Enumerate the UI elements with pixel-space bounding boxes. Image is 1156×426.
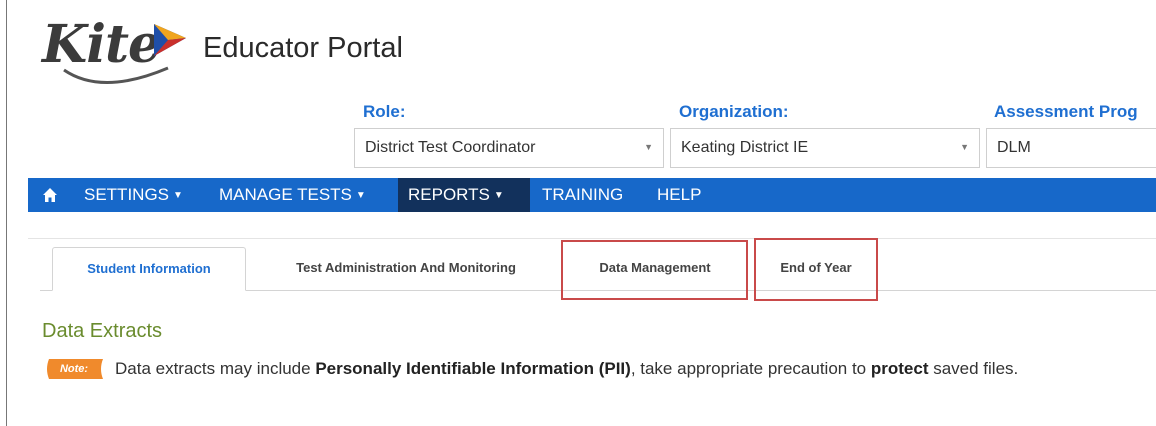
nav-reports-label: REPORTS: [408, 185, 490, 204]
role-label: Role:: [363, 102, 406, 121]
nav-reports[interactable]: REPORTS ▼: [398, 178, 530, 212]
note-part1: Data extracts may include: [115, 359, 316, 378]
role-select[interactable]: District Test Coordinator ▼: [354, 128, 664, 168]
nav-manage-tests[interactable]: MANAGE TESTS ▼: [213, 178, 372, 212]
tab-test-administration[interactable]: Test Administration And Monitoring: [255, 247, 557, 291]
organization-select[interactable]: Keating District IE ▼: [670, 128, 980, 168]
note-part2: , take appropriate precaution to: [630, 359, 871, 378]
organization-select-value: Keating District IE: [681, 139, 809, 156]
caret-down-icon: ▼: [493, 190, 504, 201]
window-border: [6, 0, 7, 426]
tabs-divider: [28, 238, 1156, 239]
assessment-program-label: Assessment Prog: [994, 102, 1138, 121]
nav-settings[interactable]: SETTINGS ▼: [78, 178, 189, 212]
note-message: Data extracts may include Personally Ide…: [115, 359, 1018, 379]
nav-help[interactable]: HELP: [651, 178, 707, 212]
kite-logo[interactable]: Kite: [42, 10, 202, 90]
assessment-program-select-value: DLM: [997, 139, 1031, 156]
portal-title: Educator Portal: [203, 32, 403, 64]
main-nav: SETTINGS ▼ MANAGE TESTS ▼ REPORTS ▼ TRAININ…: [28, 178, 1156, 212]
highlight-end-of-year: [754, 238, 878, 301]
highlight-data-management: [561, 240, 748, 300]
assessment-program-select[interactable]: DLM: [986, 128, 1156, 168]
nav-training-label: TRAINING: [542, 185, 624, 204]
tab-student-information-label: Student Information: [87, 261, 211, 276]
organization-label: Organization:: [679, 102, 789, 121]
nav-help-label: HELP: [657, 185, 702, 204]
tab-test-administration-label: Test Administration And Monitoring: [296, 260, 516, 275]
caret-down-icon: ▼: [173, 190, 183, 201]
note-part3: saved files.: [928, 359, 1019, 378]
kite-arrow-icon: [154, 24, 186, 56]
note-pii: Personally Identifiable Information (PII…: [315, 359, 631, 378]
home-icon[interactable]: [42, 187, 58, 203]
logo-swoosh: [63, 66, 169, 84]
caret-down-icon: ▼: [355, 190, 366, 201]
nav-training[interactable]: TRAINING: [536, 178, 629, 212]
chevron-down-icon: ▼: [960, 142, 969, 152]
role-select-value: District Test Coordinator: [365, 139, 536, 156]
nav-manage-tests-label: MANAGE TESTS: [219, 185, 352, 204]
nav-settings-label: SETTINGS: [84, 185, 170, 204]
tab-student-information[interactable]: Student Information: [52, 247, 246, 291]
chevron-down-icon: ▼: [644, 142, 653, 152]
note-protect: protect: [870, 359, 929, 378]
note-badge: Note:: [43, 358, 105, 380]
note-badge-label: Note:: [59, 363, 89, 375]
section-title: Data Extracts: [42, 320, 163, 342]
